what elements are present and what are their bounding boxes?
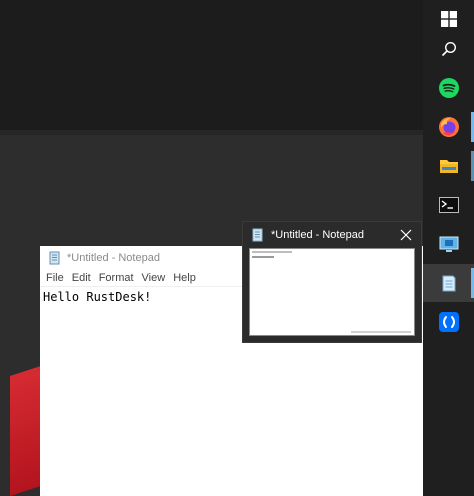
menu-format[interactable]: Format bbox=[99, 272, 134, 284]
taskbar-thumbnail-preview[interactable]: *Untitled - Notepad bbox=[243, 222, 421, 342]
terminal-button[interactable] bbox=[423, 186, 474, 224]
menu-file[interactable]: File bbox=[46, 272, 64, 284]
desktop-dark-area bbox=[0, 0, 423, 130]
thumbnail-mini-statusbar bbox=[351, 331, 411, 333]
search-icon bbox=[441, 41, 456, 57]
firefox-button[interactable] bbox=[423, 108, 474, 146]
notepad-icon bbox=[49, 251, 60, 264]
thumbnail-window-image[interactable] bbox=[249, 248, 415, 336]
thumbnail-close-button[interactable] bbox=[397, 226, 415, 244]
notepad-title: *Untitled - Notepad bbox=[67, 251, 160, 264]
thumbnail-title: *Untitled - Notepad bbox=[271, 229, 364, 241]
search-button[interactable] bbox=[423, 30, 474, 68]
menu-view[interactable]: View bbox=[142, 272, 166, 284]
file-explorer-button[interactable] bbox=[423, 147, 474, 185]
close-icon bbox=[400, 229, 412, 241]
remote-desktop-icon bbox=[439, 236, 458, 252]
thumbnail-header: *Untitled - Notepad bbox=[243, 222, 421, 248]
terminal-icon bbox=[438, 197, 459, 213]
menu-edit[interactable]: Edit bbox=[72, 272, 91, 284]
notepad-button[interactable] bbox=[423, 264, 474, 302]
thumbnail-mini-titlebar bbox=[252, 251, 292, 253]
taskbar bbox=[423, 0, 474, 496]
spotify-icon bbox=[438, 78, 459, 98]
firefox-icon bbox=[438, 117, 459, 137]
rustdesk-icon bbox=[438, 312, 459, 332]
folder-icon bbox=[439, 160, 458, 173]
thumbnail-mini-text bbox=[252, 256, 274, 258]
rustdesk-button[interactable] bbox=[423, 303, 474, 341]
wallpaper-red-shape bbox=[10, 366, 40, 496]
spotify-button[interactable] bbox=[423, 69, 474, 107]
menu-help[interactable]: Help bbox=[173, 272, 196, 284]
windows-logo-icon bbox=[440, 11, 457, 27]
remote-desktop-button[interactable] bbox=[423, 225, 474, 263]
notepad-icon bbox=[442, 275, 455, 292]
notepad-icon bbox=[252, 228, 263, 242]
